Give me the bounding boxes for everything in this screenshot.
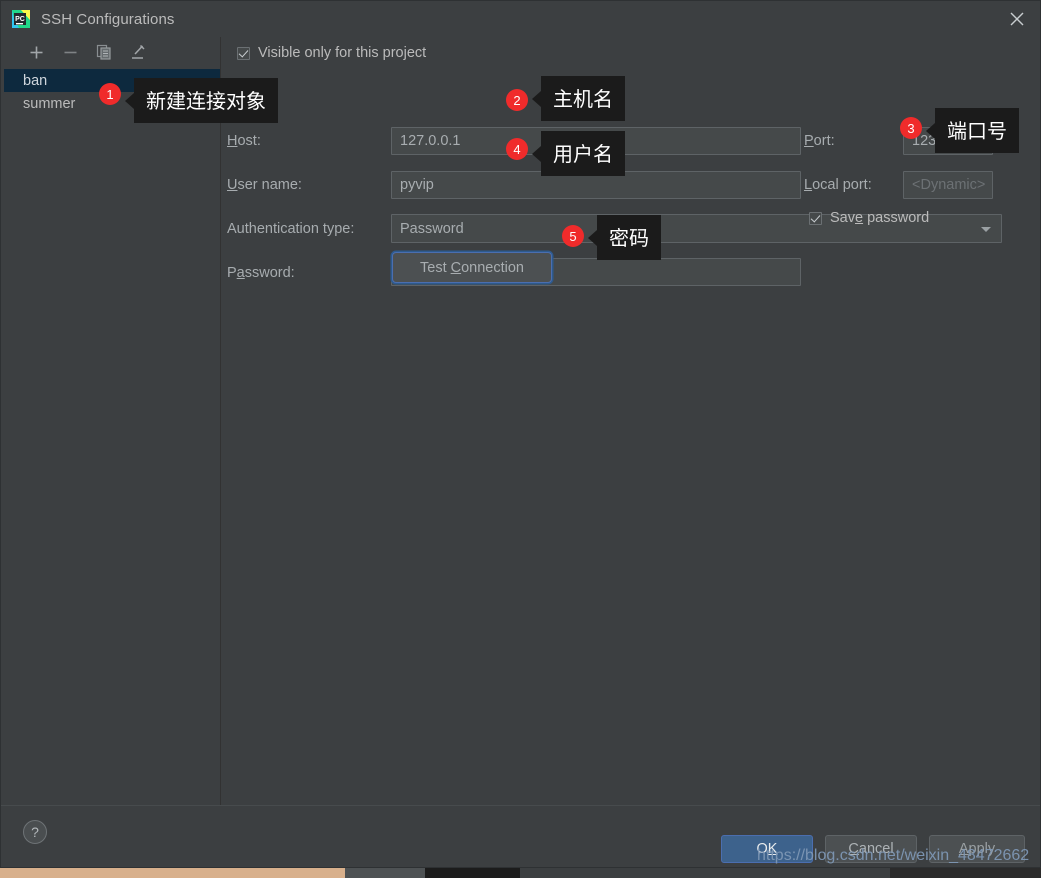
port-label: Port: <box>804 133 835 149</box>
panel-accent-strip <box>1 37 4 805</box>
minus-icon[interactable] <box>61 43 79 61</box>
test-connection-button[interactable]: Test Connection <box>392 252 552 283</box>
auth-type-label: Authentication type: <box>227 221 355 237</box>
window-title: SSH Configurations <box>41 10 175 28</box>
list-item-label: ban <box>23 72 48 89</box>
password-label: Password: <box>227 265 295 281</box>
chevron-down-icon <box>981 226 991 232</box>
visible-only-label: Visible only for this project <box>258 45 427 61</box>
host-input[interactable]: 127.0.0.1 <box>391 127 801 155</box>
test-connection-label: Test Connection <box>420 259 524 276</box>
ok-label: OK <box>756 841 778 857</box>
question-mark-icon[interactable]: ? <box>23 820 47 844</box>
user-name-input[interactable]: pyvip <box>391 171 801 199</box>
svg-text:PC: PC <box>15 16 25 23</box>
dialog-content: ban summer Visible only for this project… <box>1 37 1040 805</box>
user-name-label: User name: <box>227 177 302 193</box>
title-bar: PC SSH Configurations <box>1 1 1040 37</box>
save-password-label: Save password <box>830 210 930 226</box>
save-password-checkbox[interactable]: Save password <box>809 210 929 226</box>
pencil-icon[interactable] <box>129 43 147 61</box>
close-icon[interactable] <box>994 1 1040 37</box>
ok-button[interactable]: OK <box>721 835 813 863</box>
list-item-summer[interactable]: summer <box>1 92 220 115</box>
list-toolbar <box>1 37 220 67</box>
connections-panel: ban summer <box>1 37 221 805</box>
apply-button[interactable]: Apply <box>929 835 1025 863</box>
copy-icon[interactable] <box>95 43 113 61</box>
cancel-button[interactable]: Cancel <box>825 835 917 863</box>
list-item-ban[interactable]: ban <box>1 69 220 92</box>
auth-type-value: Password <box>400 220 464 237</box>
background-window-strip <box>0 868 1041 878</box>
host-value: 127.0.0.1 <box>400 133 461 149</box>
ssh-configurations-dialog: PC SSH Configurations ban summer Visible… <box>0 0 1041 868</box>
local-port-input[interactable]: <Dynamic> <box>903 171 993 199</box>
visible-only-checkbox[interactable]: Visible only for this project <box>237 45 426 61</box>
plus-icon[interactable] <box>27 43 45 61</box>
configuration-form: Visible only for this project Host: 127.… <box>221 37 1040 805</box>
pycharm-icon: PC <box>11 9 31 29</box>
port-input[interactable]: 1234 <box>903 127 993 155</box>
local-port-label: Local port: <box>804 177 872 193</box>
cancel-label: Cancel <box>848 841 894 857</box>
user-name-value: pyvip <box>400 177 434 193</box>
port-value: 1234 <box>912 133 945 149</box>
connections-list[interactable]: ban summer <box>1 69 220 115</box>
checkbox-box <box>809 211 822 225</box>
list-item-label: summer <box>23 95 76 112</box>
apply-label: Apply <box>958 841 996 857</box>
local-port-value: <Dynamic> <box>912 177 986 193</box>
host-label: Host: <box>227 133 261 149</box>
checkbox-box <box>237 46 250 60</box>
